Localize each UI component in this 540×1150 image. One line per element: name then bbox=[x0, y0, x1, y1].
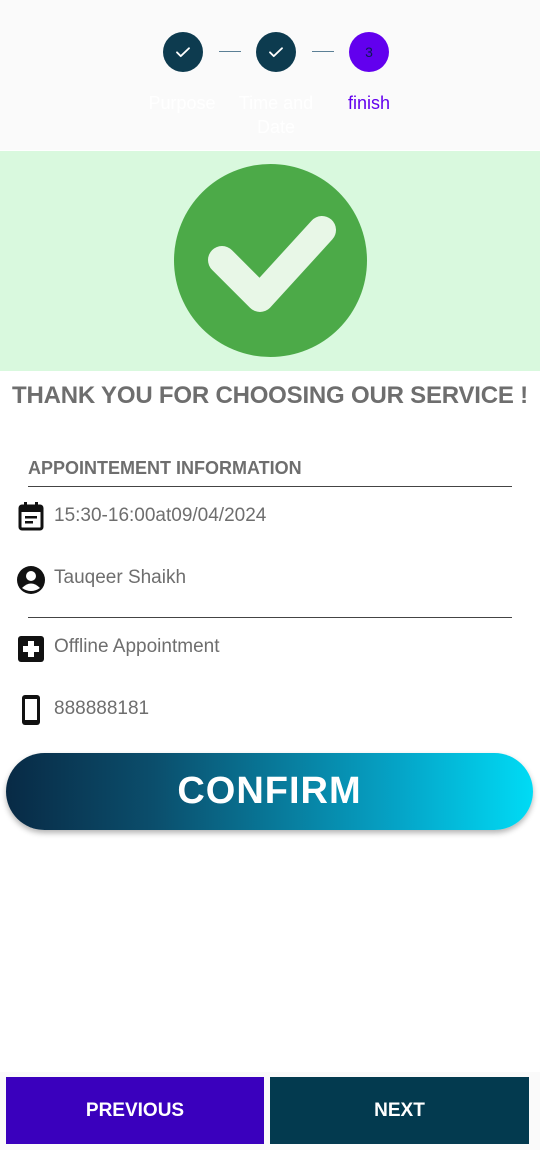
phone-number: 888888181 bbox=[54, 698, 150, 719]
previous-button[interactable]: PREVIOUS bbox=[6, 1077, 264, 1144]
step-1-circle bbox=[163, 32, 203, 72]
calendar-icon bbox=[16, 501, 46, 531]
patient-name: Tauqeer Shaikh bbox=[54, 567, 187, 588]
step-connector bbox=[312, 51, 334, 52]
step-3-circle: 3 bbox=[349, 32, 389, 72]
divider bbox=[28, 486, 512, 487]
step-3-number: 3 bbox=[365, 44, 373, 60]
check-mark-icon bbox=[174, 164, 367, 357]
step-3-label: finish bbox=[347, 93, 391, 113]
step-connector bbox=[219, 51, 241, 52]
appointment-datetime: 15:30-16:00at09/04/2024 bbox=[54, 505, 267, 526]
confirm-button[interactable]: CONFIRM bbox=[6, 753, 533, 830]
step-2-label: Time and Date bbox=[238, 93, 314, 137]
divider bbox=[28, 617, 512, 618]
account-circle-icon bbox=[16, 565, 46, 595]
stepper: 3 Purpose Time and Date finish bbox=[0, 0, 540, 150]
appointment-type: Offline Appointment bbox=[54, 636, 220, 657]
check-icon bbox=[269, 47, 283, 58]
thank-you-heading: THANK YOU FOR CHOOSING OUR SERVICE ! bbox=[12, 382, 528, 409]
appointment-info-title: APPOINTEMENT INFORMATION bbox=[28, 458, 302, 478]
check-icon bbox=[176, 47, 190, 58]
success-banner bbox=[0, 151, 540, 371]
medical-cross-icon bbox=[16, 634, 46, 664]
step-2-circle bbox=[256, 32, 296, 72]
next-button[interactable]: NEXT bbox=[270, 1077, 529, 1144]
step-1-label: Purpose bbox=[148, 93, 216, 113]
phone-icon bbox=[16, 695, 46, 725]
